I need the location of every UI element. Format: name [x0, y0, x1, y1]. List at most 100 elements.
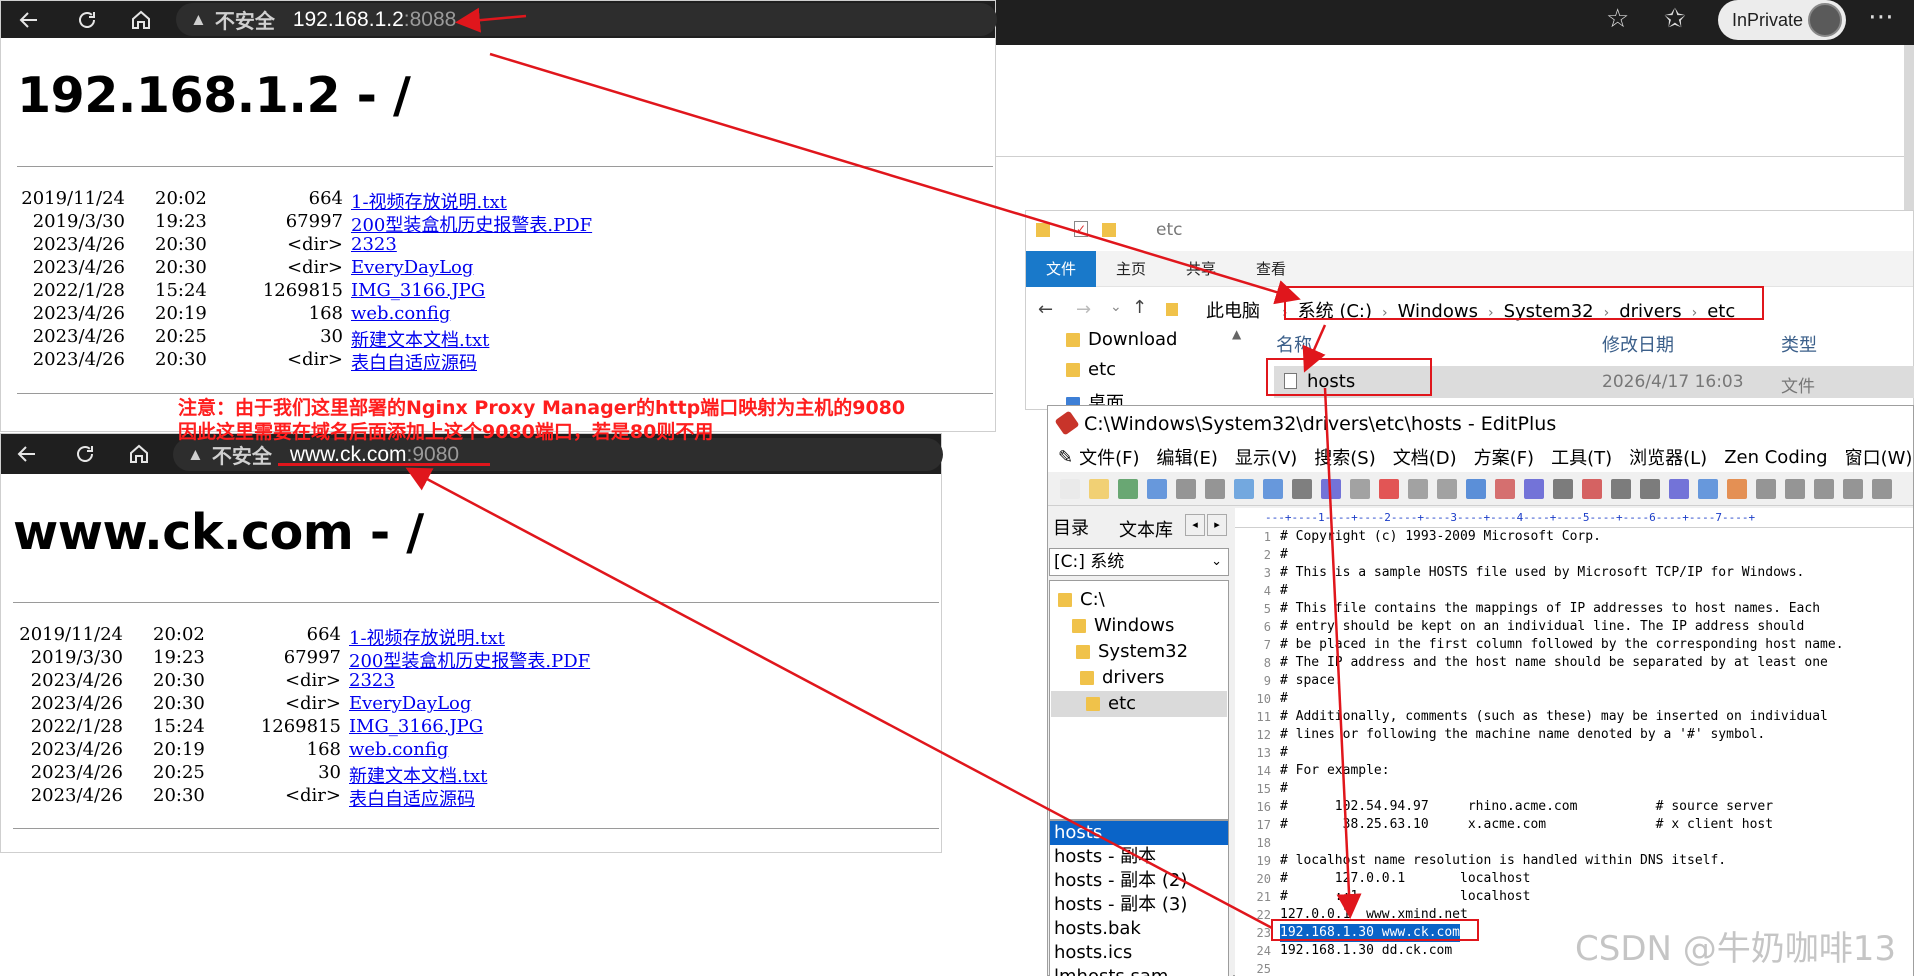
- menu-item[interactable]: 文件(F): [1079, 444, 1139, 470]
- file-list-item[interactable]: lmhosts.sam: [1050, 965, 1228, 976]
- listing-link[interactable]: web.config: [351, 303, 450, 324]
- code-editor[interactable]: 1 # Copyright (c) 1993-2009 Microsoft Cor…: [1235, 528, 1913, 976]
- copy-icon[interactable]: [1321, 479, 1341, 499]
- tab-cliptext[interactable]: 文本库: [1119, 516, 1179, 542]
- listing-link[interactable]: IMG_3166.JPG: [349, 716, 483, 737]
- tool-icon[interactable]: [1843, 479, 1863, 499]
- back-icon[interactable]: [7, 1, 51, 38]
- address-bar[interactable]: ▲ 不安全 192.168.1.2 :8088: [176, 3, 997, 36]
- font-icon[interactable]: [1582, 479, 1602, 499]
- menu-icon[interactable]: ⋯: [1868, 2, 1894, 32]
- code-line: 20 # 127.0.0.1 localhost: [1235, 870, 1913, 888]
- listing-size: <dir>: [286, 234, 343, 255]
- ribbon-tab[interactable]: 主页: [1096, 258, 1166, 279]
- find-icon[interactable]: [1466, 479, 1486, 499]
- file-list-item[interactable]: hosts.bak: [1050, 917, 1228, 941]
- file-list-item[interactable]: hosts.ics: [1050, 941, 1228, 965]
- tree-item[interactable]: C:\: [1058, 589, 1105, 610]
- help-icon[interactable]: [1872, 479, 1892, 499]
- tab-scroll-left-icon[interactable]: ◂: [1185, 514, 1205, 536]
- print-preview-icon[interactable]: [1176, 479, 1196, 499]
- listing-link[interactable]: web.config: [349, 739, 448, 760]
- fullscreen-icon[interactable]: [1814, 479, 1834, 499]
- tab-scroll-right-icon[interactable]: ▸: [1207, 514, 1227, 536]
- ruler-icon[interactable]: [1698, 479, 1718, 499]
- refresh-icon[interactable]: [63, 436, 107, 473]
- indent-icon[interactable]: [1553, 479, 1573, 499]
- menu-item[interactable]: 工具(T): [1551, 444, 1612, 470]
- hex-icon[interactable]: [1611, 479, 1631, 499]
- save-all-icon[interactable]: [1147, 479, 1167, 499]
- menu-item[interactable]: 窗口(W): [1845, 444, 1913, 470]
- breadcrumb-item[interactable]: 此电脑: [1206, 301, 1260, 322]
- linenumber-icon[interactable]: [1669, 479, 1689, 499]
- column-name[interactable]: 名称: [1276, 331, 1312, 357]
- file-list-item[interactable]: hosts - 副本 (3): [1050, 893, 1228, 917]
- delete-icon[interactable]: [1379, 479, 1399, 499]
- nav-item[interactable]: Download: [1066, 329, 1177, 350]
- listing-link[interactable]: 表白自适应源码: [349, 785, 475, 811]
- menu-item[interactable]: 编辑(E): [1157, 444, 1218, 470]
- line-number: 19: [1256, 854, 1271, 868]
- home-icon[interactable]: [117, 436, 161, 473]
- favorites-list-icon[interactable]: ✩: [1664, 4, 1686, 34]
- listing-link[interactable]: 2323: [351, 234, 397, 255]
- cut-icon[interactable]: [1292, 479, 1312, 499]
- print-icon[interactable]: [1205, 479, 1225, 499]
- listing-link[interactable]: 2323: [349, 670, 395, 691]
- back-arrow-icon[interactable]: ←: [1038, 299, 1053, 320]
- replace-icon[interactable]: [1495, 479, 1515, 499]
- column-modified[interactable]: 修改日期: [1602, 331, 1674, 357]
- check-icon[interactable]: [1727, 479, 1747, 499]
- tree-item[interactable]: Windows: [1072, 615, 1174, 636]
- tab-directory[interactable]: 目录: [1053, 514, 1089, 540]
- goto-icon[interactable]: [1524, 479, 1544, 499]
- ribbon-tab[interactable]: 文件: [1026, 250, 1097, 287]
- folder-icon: [1058, 593, 1072, 607]
- drive-select[interactable]: [C:] 系统 ⌄: [1049, 548, 1229, 576]
- avatar[interactable]: [1808, 3, 1842, 37]
- back-icon[interactable]: [5, 436, 49, 473]
- tree-item[interactable]: drivers: [1080, 667, 1164, 688]
- menu-item[interactable]: 文档(D): [1393, 444, 1457, 470]
- browser-icon[interactable]: [1263, 479, 1283, 499]
- ribbon-tab[interactable]: 共享: [1166, 258, 1236, 279]
- save-icon[interactable]: [1118, 479, 1138, 499]
- forward-arrow-icon[interactable]: →: [1076, 299, 1091, 320]
- redo-icon[interactable]: [1437, 479, 1457, 499]
- undo-icon[interactable]: [1408, 479, 1428, 499]
- nav-scroll-up-icon[interactable]: ▲: [1232, 327, 1241, 341]
- spellcheck-icon[interactable]: [1234, 479, 1254, 499]
- up-arrow-icon[interactable]: ↑: [1132, 297, 1147, 318]
- listing-link[interactable]: EveryDayLog: [351, 257, 473, 278]
- menu-item[interactable]: 浏览器(L): [1629, 444, 1707, 470]
- refresh-icon[interactable]: [65, 1, 109, 38]
- favorite-icon[interactable]: ☆: [1606, 4, 1629, 34]
- menu-item[interactable]: 方案(F): [1474, 444, 1534, 470]
- view-icon[interactable]: [1756, 479, 1776, 499]
- chevron-down-icon[interactable]: ⌄: [1110, 299, 1122, 315]
- tree-item[interactable]: System32: [1076, 641, 1188, 662]
- file-list-item[interactable]: hosts - 副本 (2): [1050, 869, 1228, 893]
- menu-item[interactable]: Zen Coding: [1724, 447, 1827, 468]
- paste-icon[interactable]: [1350, 479, 1370, 499]
- menu-item[interactable]: 搜索(S): [1314, 444, 1375, 470]
- scrollbar[interactable]: [1904, 45, 1914, 215]
- listing-link[interactable]: EveryDayLog: [349, 693, 471, 714]
- wordwrap-icon[interactable]: [1640, 479, 1660, 499]
- chevron-down-icon: ⌄: [1211, 554, 1222, 569]
- home-icon[interactable]: [119, 1, 163, 38]
- listing-link[interactable]: 表白自适应源码: [351, 349, 477, 375]
- new-file-icon[interactable]: [1060, 479, 1080, 499]
- file-list-item[interactable]: hosts: [1050, 821, 1228, 845]
- nav-item[interactable]: etc: [1066, 359, 1116, 380]
- open-file-icon[interactable]: [1089, 479, 1109, 499]
- listing-link[interactable]: IMG_3166.JPG: [351, 280, 485, 301]
- tree-item[interactable]: etc: [1086, 693, 1136, 714]
- inprivate-badge[interactable]: InPrivate: [1718, 0, 1846, 40]
- column-type[interactable]: 类型: [1781, 331, 1817, 357]
- menu-item[interactable]: 显示(V): [1235, 444, 1297, 470]
- file-list-item[interactable]: hosts - 副本: [1050, 845, 1228, 869]
- ribbon-tab[interactable]: 查看: [1236, 258, 1306, 279]
- split-icon[interactable]: [1785, 479, 1805, 499]
